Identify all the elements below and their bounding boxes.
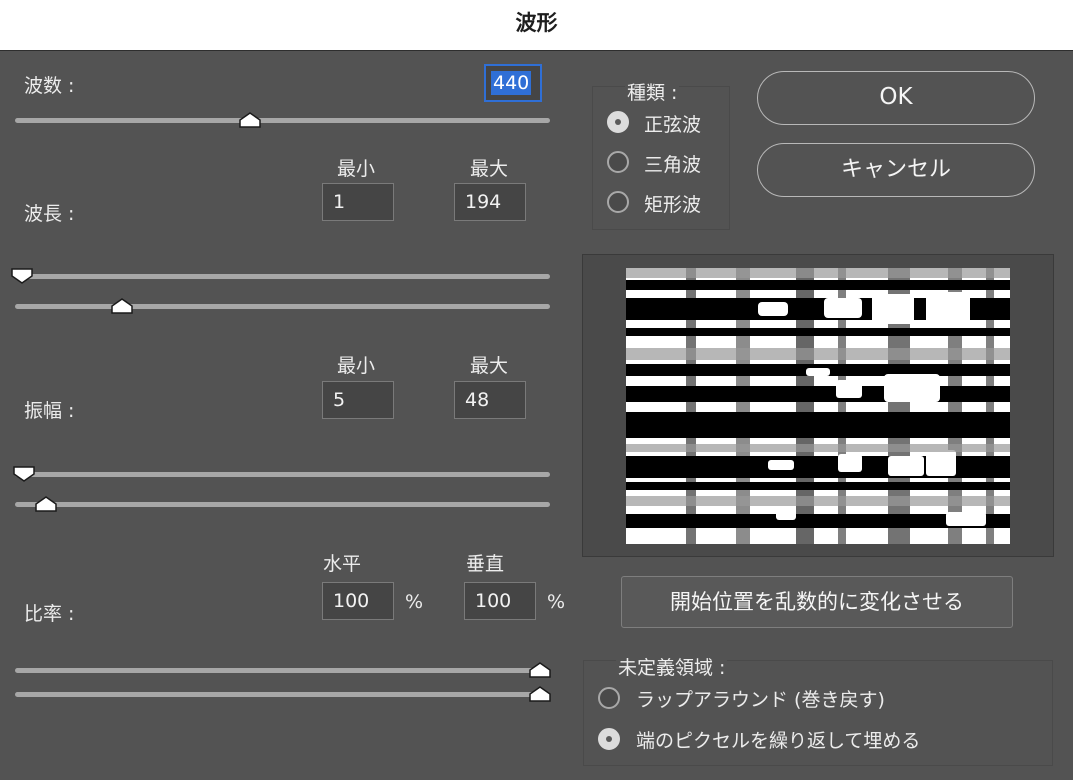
generators-label: 波数 :	[24, 75, 75, 97]
repeat-edge-radio[interactable]	[598, 728, 620, 750]
scale-horizontal-input[interactable]: 100	[322, 582, 394, 620]
undefined-areas-label: 未定義領域 :	[616, 653, 728, 680]
amplitude-min-heading: 最小	[337, 355, 376, 377]
amplitude-max-heading: 最大	[470, 355, 509, 377]
sine-label: 正弦波	[644, 114, 702, 136]
scale-horizontal-slider-thumb[interactable]	[529, 662, 551, 678]
dialog-title: 波形	[515, 11, 558, 35]
generators-slider-track[interactable]	[15, 118, 550, 123]
amplitude-label: 振幅 :	[24, 400, 75, 422]
ok-button[interactable]: OK	[757, 71, 1035, 125]
wavelength-max-slider-track[interactable]	[15, 304, 550, 309]
scale-vertical-unit: %	[547, 591, 566, 613]
scale-label: 比率 :	[24, 603, 75, 625]
amplitude-max-slider-track[interactable]	[15, 502, 550, 507]
scale-horizontal-heading: 水平	[323, 553, 362, 575]
repeat-edge-label: 端のピクセルを繰り返して埋める	[636, 730, 921, 752]
square-radio[interactable]	[607, 191, 629, 213]
scale-horizontal-slider-track[interactable]	[15, 668, 550, 673]
type-option-sine[interactable]: 正弦波	[605, 108, 729, 138]
generators-value: 440	[491, 71, 532, 95]
undefined-option-wrap[interactable]: ラップアラウンド (巻き戻す)	[596, 684, 1036, 712]
scale-vertical-heading: 垂直	[466, 553, 505, 575]
wavelength-max-heading: 最大	[470, 158, 509, 180]
wavelength-label: 波長 :	[24, 203, 75, 225]
triangle-label: 三角波	[644, 154, 702, 176]
scale-horizontal-unit: %	[405, 591, 424, 613]
wavelength-min-input[interactable]: 1	[322, 183, 394, 221]
preview-image	[626, 268, 1010, 544]
amplitude-max-input[interactable]: 48	[454, 381, 526, 419]
amplitude-min-slider-track[interactable]	[15, 472, 550, 477]
type-option-triangle[interactable]: 三角波	[605, 148, 729, 178]
wavelength-max-input[interactable]: 194	[454, 183, 526, 221]
generators-input[interactable]: 440	[484, 64, 542, 102]
wavelength-min-heading: 最小	[337, 158, 376, 180]
generators-slider-thumb[interactable]	[239, 112, 261, 128]
wavelength-min-slider-track[interactable]	[15, 274, 550, 279]
scale-vertical-slider-thumb[interactable]	[529, 686, 551, 702]
cancel-button[interactable]: キャンセル	[757, 143, 1035, 197]
wavelength-max-slider-thumb[interactable]	[111, 298, 133, 314]
amplitude-max-slider-thumb[interactable]	[35, 496, 57, 512]
wrap-around-label: ラップアラウンド (巻き戻す)	[636, 689, 885, 711]
type-label: 種類 :	[625, 78, 680, 105]
randomize-button[interactable]: 開始位置を乱数的に変化させる	[621, 576, 1013, 628]
scale-vertical-slider-track[interactable]	[15, 692, 550, 697]
undefined-option-repeat[interactable]: 端のピクセルを繰り返して埋める	[596, 725, 1036, 753]
scale-vertical-input[interactable]: 100	[464, 582, 536, 620]
wrap-around-radio[interactable]	[598, 687, 620, 709]
amplitude-min-slider-thumb[interactable]	[13, 466, 35, 482]
type-option-square[interactable]: 矩形波	[605, 188, 729, 218]
square-label: 矩形波	[644, 194, 702, 216]
wavelength-min-slider-thumb[interactable]	[11, 268, 33, 284]
triangle-radio[interactable]	[607, 151, 629, 173]
sine-radio[interactable]	[607, 111, 629, 133]
amplitude-min-input[interactable]: 5	[322, 381, 394, 419]
